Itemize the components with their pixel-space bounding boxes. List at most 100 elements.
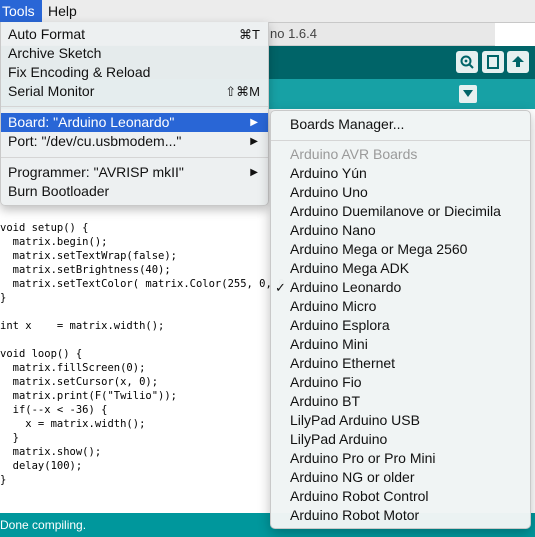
section-header: Arduino AVR Boards: [271, 145, 530, 164]
menu-item-label: Fix Encoding & Reload: [8, 64, 151, 80]
code-line: matrix.begin();: [0, 236, 108, 248]
board-item-label: Arduino Esplora: [290, 317, 390, 333]
checkmark-icon: ✓: [275, 280, 286, 295]
submenu-arrow-icon: ▶: [250, 167, 258, 178]
code-line: void setup() {: [0, 222, 89, 234]
code-line: if(--x < -36) {: [0, 404, 108, 416]
chevron-down-icon: [463, 90, 473, 97]
board-item[interactable]: Arduino Micro: [271, 297, 530, 316]
menu-item-burn-bootloader[interactable]: Burn Bootloader: [1, 182, 268, 201]
code-line: matrix.setTextColor( matrix.Color(255, 0…: [0, 278, 285, 290]
board-item-label: Arduino Ethernet: [290, 355, 396, 371]
menu-item-port[interactable]: Port: "/dev/cu.usbmodem..." ▶: [1, 132, 268, 151]
board-item-label: Arduino Leonardo: [290, 279, 402, 295]
menu-item-auto-format[interactable]: Auto Format ⌘T: [1, 25, 268, 44]
board-item-label: Arduino Yún: [290, 165, 367, 181]
board-item-label: LilyPad Arduino USB: [290, 412, 420, 428]
menu-item-label: Serial Monitor: [8, 83, 95, 99]
code-line: matrix.fillScreen(0);: [0, 362, 146, 374]
file-icon: [487, 55, 499, 69]
board-item-label: LilyPad Arduino: [290, 431, 388, 447]
menu-item-programmer[interactable]: Programmer: "AVRISP mkII" ▶: [1, 163, 268, 182]
board-item[interactable]: Arduino Mega or Mega 2560: [271, 240, 530, 259]
board-item[interactable]: Arduino Esplora: [271, 316, 530, 335]
board-item-label: Arduino Nano: [290, 222, 376, 238]
board-item[interactable]: Arduino Fio: [271, 373, 530, 392]
board-item[interactable]: Arduino Mega ADK: [271, 259, 530, 278]
board-item[interactable]: Arduino Duemilanove or Diecimila: [271, 202, 530, 221]
code-line: int x = matrix.width();: [0, 320, 165, 332]
board-item-label: Arduino Uno: [290, 184, 368, 200]
menu-item-label: Port: "/dev/cu.usbmodem...": [8, 133, 182, 149]
board-item-label: Arduino Mini: [290, 336, 368, 352]
board-item[interactable]: Arduino NG or older: [271, 468, 530, 487]
board-item[interactable]: Arduino Ethernet: [271, 354, 530, 373]
code-line: x = matrix.width();: [0, 418, 146, 430]
status-text: Done compiling.: [0, 518, 87, 532]
board-item-label: Arduino Mega ADK: [290, 260, 410, 276]
menu-help[interactable]: Help: [48, 0, 77, 22]
menu-item-label: Programmer: "AVRISP mkII": [8, 164, 184, 180]
submenu-arrow-icon: ▶: [250, 117, 258, 128]
code-line: matrix.print(F("Twilio"));: [0, 390, 178, 402]
menu-item-boards-manager[interactable]: Boards Manager...: [271, 115, 530, 134]
shortcut-label: ⌘T: [239, 27, 260, 42]
code-line: void loop() {: [0, 348, 83, 360]
board-item[interactable]: Arduino Yún: [271, 164, 530, 183]
board-item[interactable]: LilyPad Arduino: [271, 430, 530, 449]
menu-item-label: Auto Format: [8, 26, 86, 42]
menu-item-label: Board: "Arduino Leonardo": [8, 114, 175, 130]
code-line: matrix.show();: [0, 446, 102, 458]
save-arrow-icon: [512, 56, 524, 67]
menu-tools[interactable]: Tools: [0, 0, 42, 22]
save-button[interactable]: [507, 51, 529, 73]
menu-tools-label: Tools: [2, 3, 35, 19]
code-line: }: [0, 292, 7, 304]
board-item-label: Arduino Mega or Mega 2560: [290, 241, 468, 257]
board-item-label: Arduino Pro or Pro Mini: [290, 450, 436, 466]
board-item[interactable]: Arduino Nano: [271, 221, 530, 240]
menu-item-label: Archive Sketch: [8, 45, 102, 61]
menu-separator: [271, 140, 530, 141]
board-item-label: Arduino Robot Control: [290, 488, 429, 504]
board-item-label: Arduino Micro: [290, 298, 377, 314]
tools-menu: Auto Format ⌘T Archive Sketch Fix Encodi…: [0, 22, 269, 206]
menu-item-serial-monitor[interactable]: Serial Monitor ⇧⌘M: [1, 82, 268, 101]
board-item-label: Arduino BT: [290, 393, 361, 409]
menu-item-label: Boards Manager...: [290, 116, 405, 132]
board-item[interactable]: Arduino Mini: [271, 335, 530, 354]
code-line: matrix.setTextWrap(false);: [0, 250, 178, 262]
code-line: }: [0, 432, 19, 444]
board-item[interactable]: ✓ Arduino Leonardo: [271, 278, 530, 297]
board-item-label: Arduino Robot Motor: [290, 507, 420, 523]
board-submenu: Boards Manager... Arduino AVR Boards Ard…: [270, 110, 531, 529]
code-line: matrix.setBrightness(40);: [0, 264, 171, 276]
serial-monitor-button[interactable]: [456, 51, 478, 73]
submenu-arrow-icon: ▶: [250, 136, 258, 147]
board-item[interactable]: Arduino Uno: [271, 183, 530, 202]
shortcut-label: ⇧⌘M: [225, 84, 260, 99]
new-button[interactable]: [482, 51, 504, 73]
board-item-label: Arduino NG or older: [290, 469, 415, 485]
code-line: matrix.setCursor(x, 0);: [0, 376, 159, 388]
menu-separator: [1, 106, 268, 107]
board-item[interactable]: LilyPad Arduino USB: [271, 411, 530, 430]
menu-item-fix-encoding[interactable]: Fix Encoding & Reload: [1, 63, 268, 82]
menu-item-board[interactable]: Board: "Arduino Leonardo" ▶: [1, 113, 268, 132]
code-line: delay(100);: [0, 460, 83, 472]
menu-item-label: Burn Bootloader: [8, 183, 110, 199]
section-header-label: Arduino AVR Boards: [290, 146, 418, 162]
tab-menu-button[interactable]: [459, 85, 477, 103]
board-item[interactable]: Arduino Robot Motor: [271, 506, 530, 525]
board-item-label: Arduino Duemilanove or Diecimila: [290, 203, 501, 219]
window-title: no 1.6.4: [270, 26, 317, 41]
menu-item-archive-sketch[interactable]: Archive Sketch: [1, 44, 268, 63]
board-item-label: Arduino Fio: [290, 374, 362, 390]
menu-separator: [1, 157, 268, 158]
code-line: }: [0, 474, 7, 486]
menu-bar: Tools Help: [0, 0, 535, 23]
magnifier-icon: [460, 55, 474, 69]
board-item[interactable]: Arduino Robot Control: [271, 487, 530, 506]
board-item[interactable]: Arduino Pro or Pro Mini: [271, 449, 530, 468]
board-item[interactable]: Arduino BT: [271, 392, 530, 411]
